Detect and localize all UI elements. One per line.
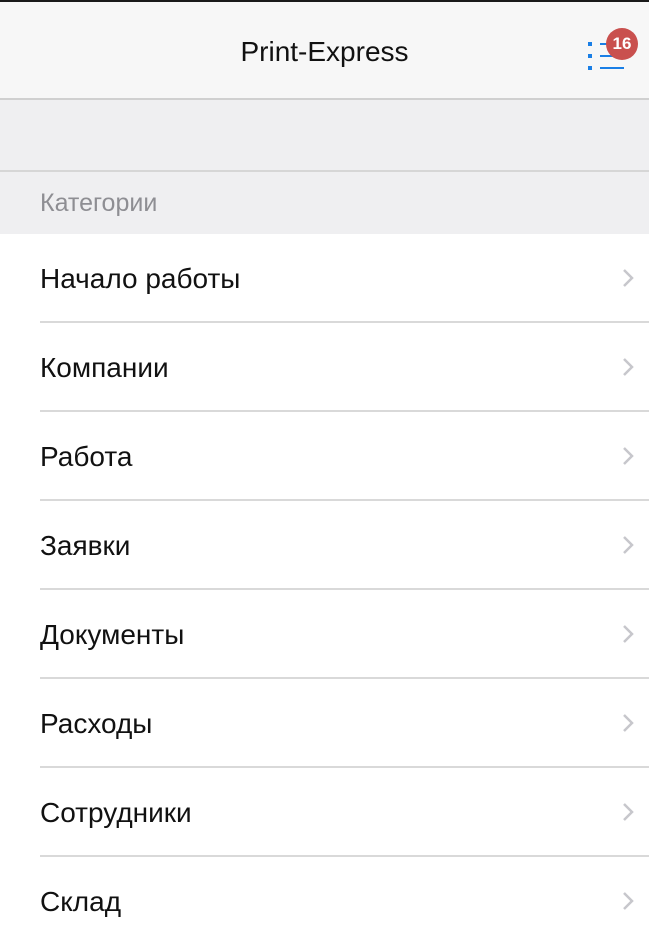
chevron-right-icon xyxy=(623,803,634,821)
toolbar-spacer xyxy=(0,100,649,172)
list-item-documents[interactable]: Документы xyxy=(40,590,649,679)
category-list: Начало работы Компании Работа Заявки Док… xyxy=(0,234,649,944)
list-item-employees[interactable]: Сотрудники xyxy=(40,768,649,857)
list-item-label: Заявки xyxy=(40,530,131,561)
chevron-right-icon xyxy=(623,892,634,910)
chevron-right-icon xyxy=(623,447,634,465)
list-item-warehouse[interactable]: Склад xyxy=(40,857,649,944)
list-item-companies[interactable]: Компании xyxy=(40,323,649,412)
list-item-label: Работа xyxy=(40,441,133,472)
list-item-label: Документы xyxy=(40,619,185,650)
list-item-expenses[interactable]: Расходы xyxy=(40,679,649,768)
notification-badge: 16 xyxy=(606,28,638,60)
section-label: Категории xyxy=(40,189,158,217)
chevron-right-icon xyxy=(623,714,634,732)
list-item-label: Сотрудники xyxy=(40,797,192,828)
chevron-right-icon xyxy=(623,358,634,376)
list-item-getting-started[interactable]: Начало работы xyxy=(40,234,649,323)
list-item-requests[interactable]: Заявки xyxy=(40,501,649,590)
app-title: Print-Express xyxy=(240,36,409,67)
list-item-label: Начало работы xyxy=(40,263,241,294)
list-item-label: Склад xyxy=(40,886,122,917)
menu-button[interactable]: 16 xyxy=(586,28,640,80)
chevron-right-icon xyxy=(623,625,634,643)
list-item-label: Расходы xyxy=(40,708,153,739)
section-header: Категории xyxy=(0,172,649,234)
header-bar: Print-Express 16 xyxy=(0,2,649,100)
chevron-right-icon xyxy=(623,269,634,287)
list-item-work[interactable]: Работа xyxy=(40,412,649,501)
list-item-label: Компании xyxy=(40,352,169,383)
chevron-right-icon xyxy=(623,536,634,554)
